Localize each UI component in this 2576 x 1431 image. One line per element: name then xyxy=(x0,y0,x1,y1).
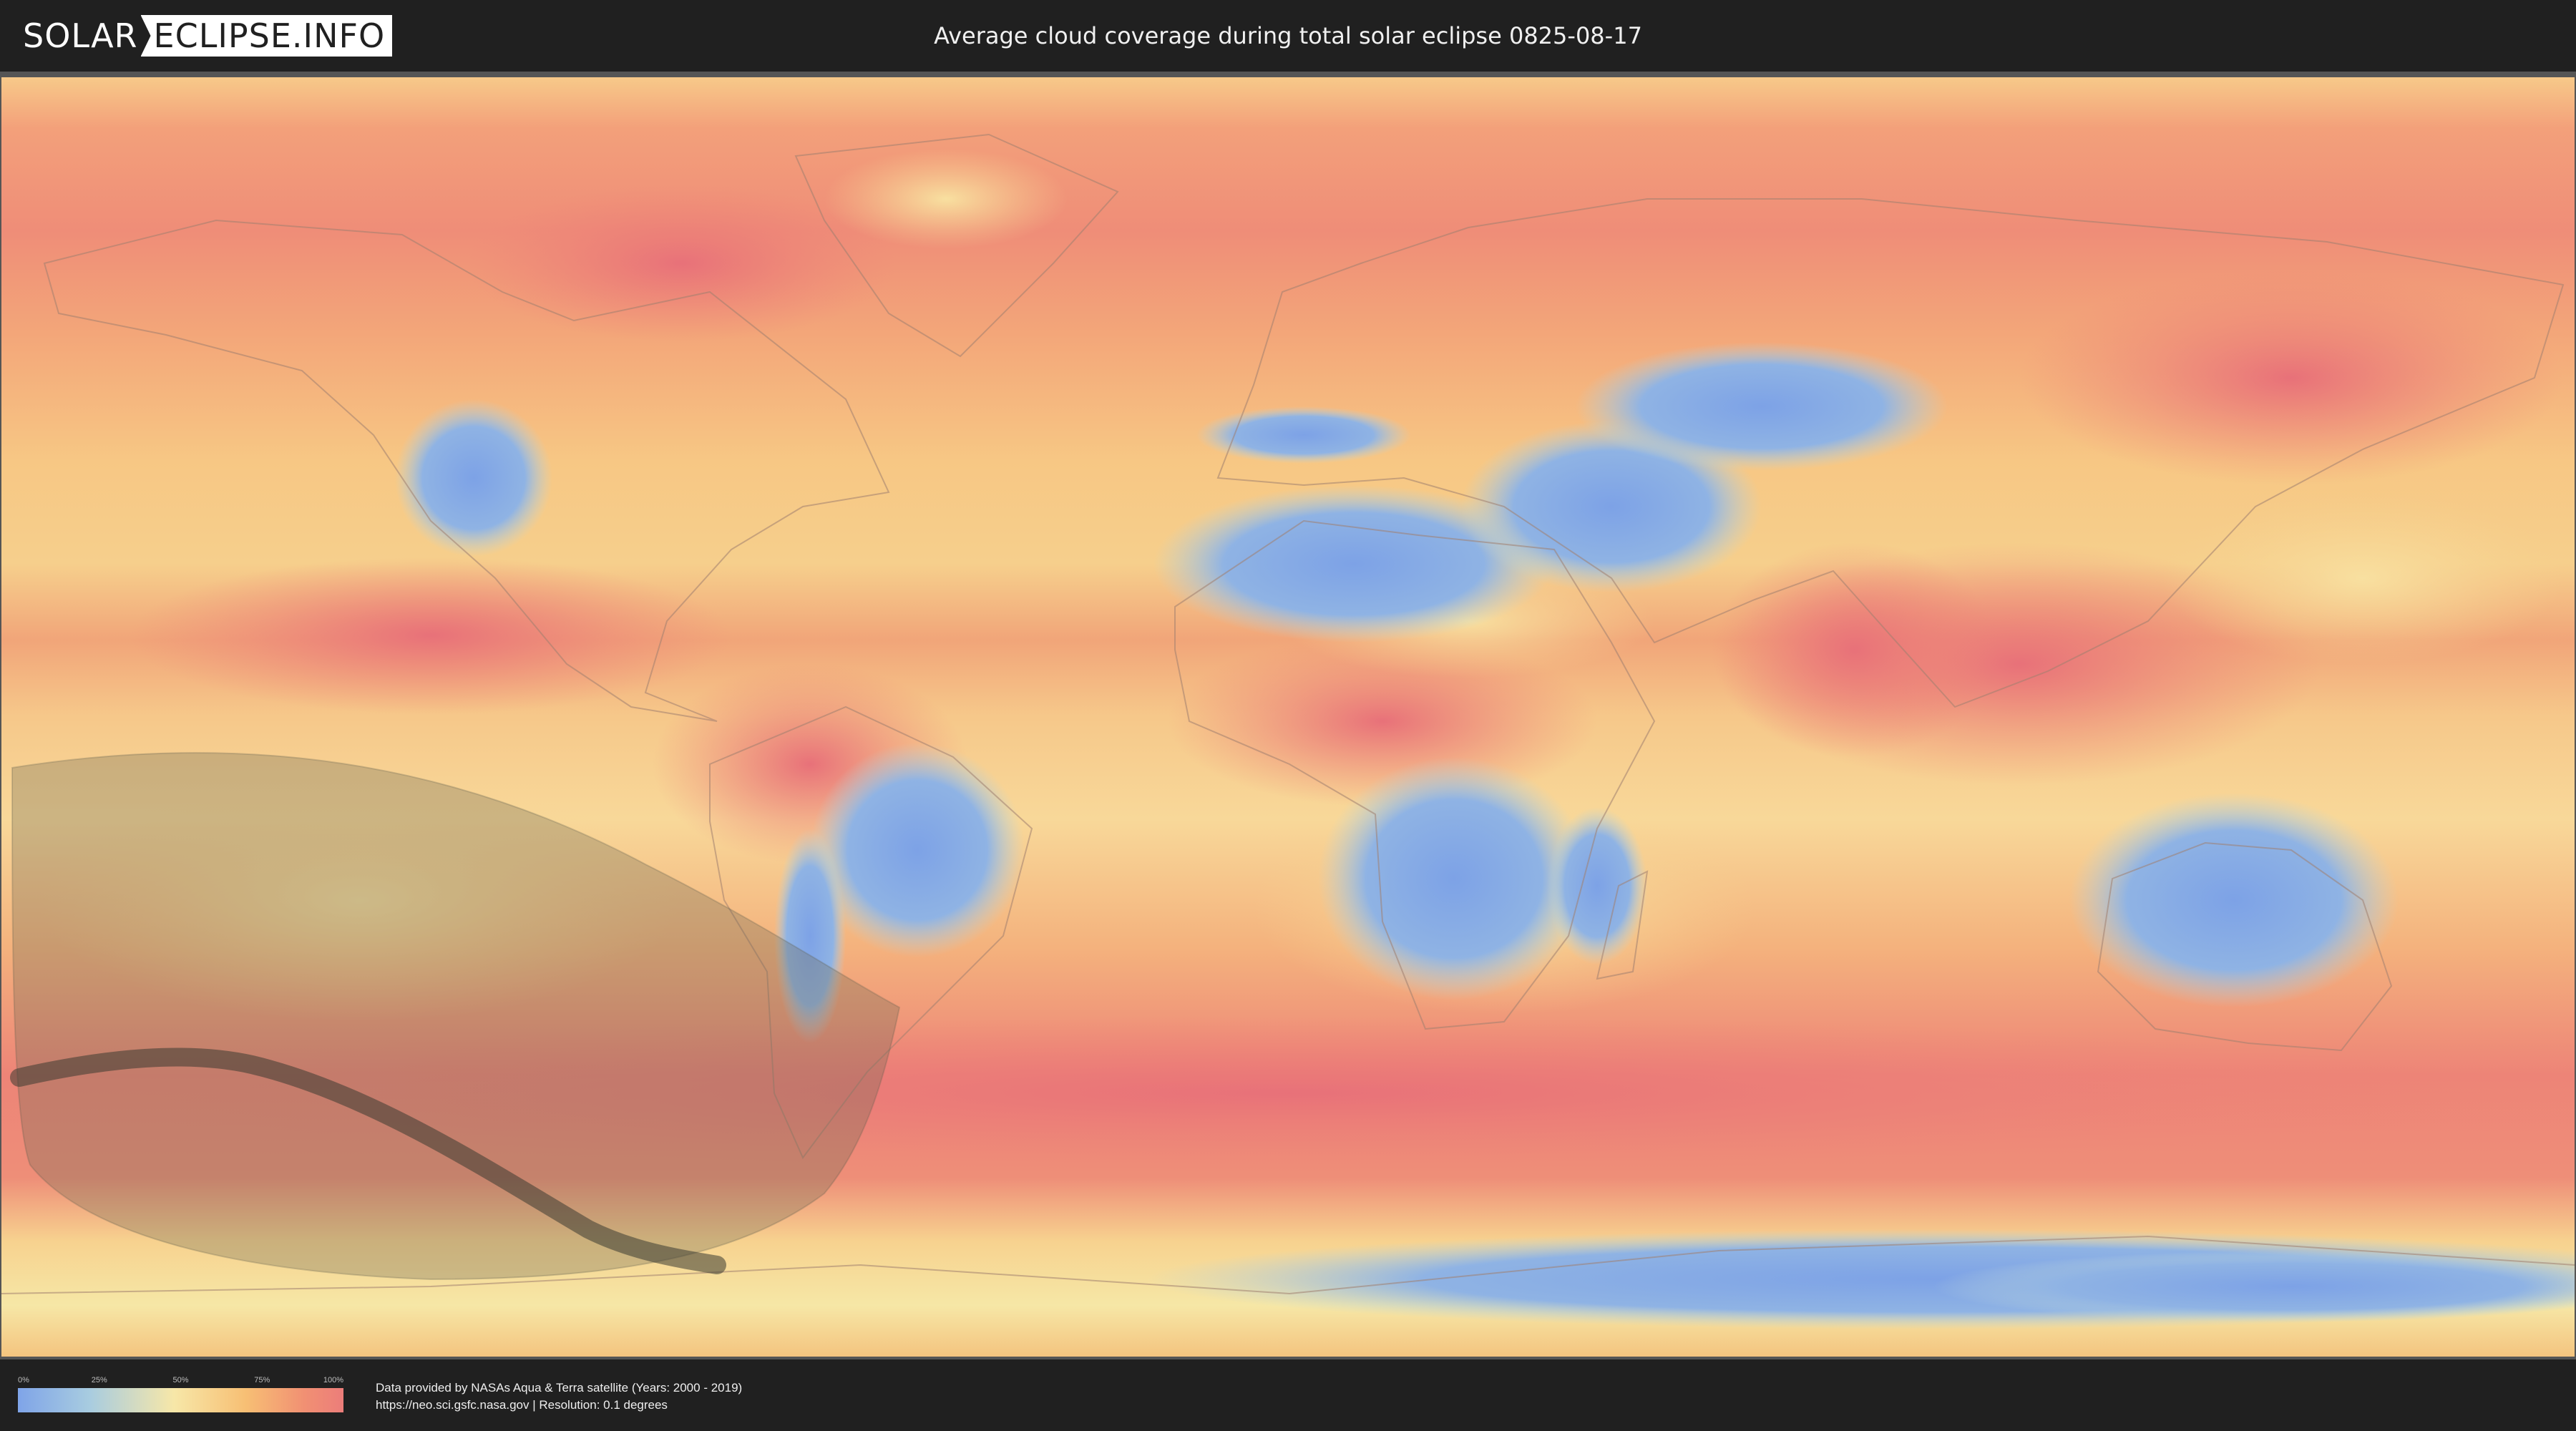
cloud-coverage-legend-bar xyxy=(18,1388,343,1412)
cloud-coverage-map[interactable] xyxy=(1,77,2575,1357)
map-container[interactable] xyxy=(0,72,2576,1359)
legend-tick-label: 50% xyxy=(172,1376,189,1384)
data-source-resolution: https://neo.sci.gsfc.nasa.gov | Resoluti… xyxy=(376,1398,668,1412)
data-credit: Data provided by NASAs Aqua & Terra sate… xyxy=(376,1381,743,1395)
legend-tick-label: 100% xyxy=(323,1376,343,1384)
header-bar: SOLAR ECLIPSE.INFO Average cloud coverag… xyxy=(0,0,2576,72)
legend-tick-label: 0% xyxy=(18,1376,29,1384)
legend-ticks: 0% 25% 50% 75% 100% xyxy=(18,1376,343,1386)
legend-tick-label: 25% xyxy=(91,1376,107,1384)
legend-tick-label: 75% xyxy=(254,1376,270,1384)
page-title: Average cloud coverage during total sola… xyxy=(934,22,1642,49)
footer-bar: 0% 25% 50% 75% 100% Data provided by NASAs A… xyxy=(0,1359,2576,1431)
